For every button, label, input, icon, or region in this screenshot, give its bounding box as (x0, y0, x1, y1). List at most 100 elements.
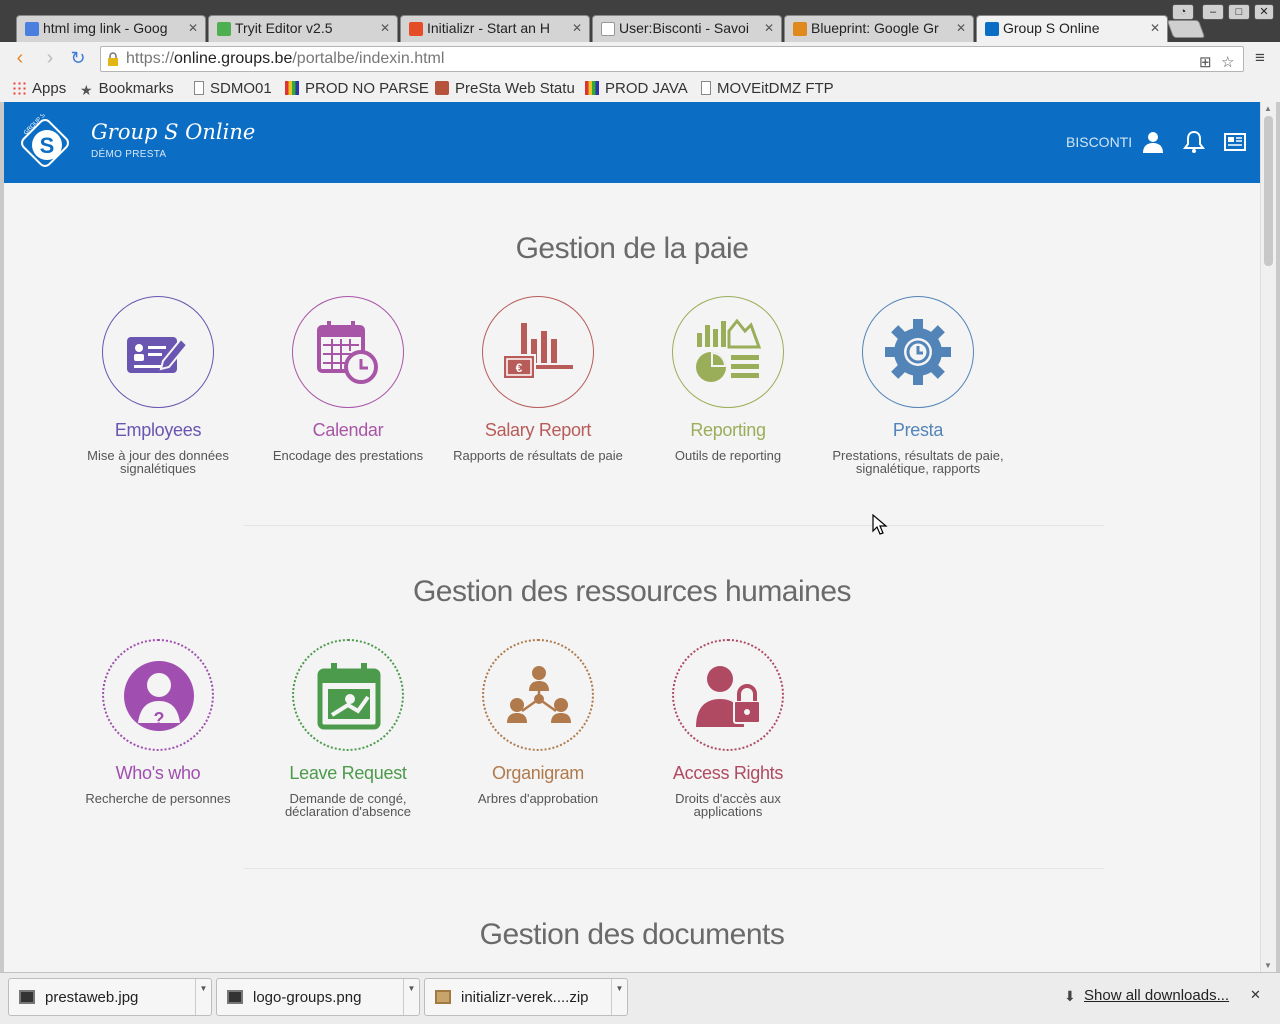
download-shelf: prestaweb.jpg ▼ logo-groups.png ▼ initia… (0, 972, 1280, 1024)
person-question-icon: ? (124, 661, 194, 731)
tab-group-s-online[interactable]: Group S Online ✕ (976, 15, 1168, 43)
translate-icon[interactable]: ⊞ (1199, 51, 1212, 75)
group-s-logo[interactable]: S GROUP S (16, 114, 74, 172)
tile-leave-request[interactable]: Leave Request Demande de congé, déclarat… (253, 639, 443, 818)
tile-employees[interactable]: Employees Mise à jour des données signal… (63, 296, 253, 475)
close-tab-icon[interactable]: ✕ (572, 16, 582, 41)
bookmark-presta-web-status[interactable]: PreSta Web Statu (435, 79, 575, 99)
bookmark-prod-no-parse[interactable]: PROD NO PARSE (285, 79, 429, 99)
user-icon[interactable] (1141, 130, 1165, 154)
bookmark-apps[interactable]: Apps (12, 79, 66, 99)
google-favicon-icon (25, 22, 39, 36)
tile-description: Arbres d'approbation (477, 791, 599, 806)
scrollbar-thumb[interactable] (1264, 116, 1273, 266)
tile-reporting[interactable]: Reporting Outils de reporting (633, 296, 823, 462)
tab-initializr[interactable]: Initializr - Start an H ✕ (400, 15, 590, 42)
tile-organigram[interactable]: Organigram Arbres d'approbation (443, 639, 633, 805)
tab-user-bisconti[interactable]: User:Bisconti - Savoi ✕ (592, 15, 782, 42)
menu-icon[interactable]: ≡ (1250, 49, 1270, 69)
news-icon[interactable] (1223, 130, 1247, 154)
star-favicon-icon (793, 22, 807, 36)
minimize-icon[interactable]: – (1202, 4, 1224, 20)
download-item[interactable]: prestaweb.jpg ▼ (8, 978, 212, 1016)
bookmark-bookmarks[interactable]: ★ Bookmarks (80, 79, 174, 99)
download-menu-chevron-icon[interactable]: ▼ (403, 979, 419, 1015)
profile-icon[interactable]: ◔ (1172, 4, 1194, 20)
tile-presta[interactable]: Presta Prestations, résultats de paie, s… (823, 296, 1013, 475)
tile-description: Prestations, résultats de paie, signalét… (832, 448, 1004, 476)
bars-icon (285, 81, 299, 95)
bookmark-label: MOVEitDMZ FTP (717, 80, 834, 97)
site-subtitle: DÉMO PRESTA (91, 149, 167, 160)
bookmark-prod-java[interactable]: PROD JAVA (585, 79, 688, 99)
tile-icon-circle (862, 296, 974, 408)
maximize-icon[interactable]: □ (1228, 4, 1250, 20)
tile-calendar[interactable]: Calendar Encodage des prestations (253, 296, 443, 462)
image-file-icon (227, 990, 243, 1004)
tab-title: Tryit Editor v2.5 (235, 20, 333, 36)
show-all-downloads-link[interactable]: Show all downloads... (1084, 987, 1229, 1004)
bookmark-sdmo01[interactable]: SDMO01 (194, 79, 272, 99)
scroll-up-arrow-icon[interactable]: ▲ (1264, 104, 1272, 113)
new-tab-button[interactable] (1166, 20, 1206, 38)
scroll-down-arrow-icon[interactable]: ▼ (1264, 961, 1272, 970)
back-arrow-icon[interactable]: ‹ (10, 48, 30, 69)
tile-description: Encodage des prestations (272, 448, 424, 463)
w3schools-favicon-icon (217, 22, 231, 36)
close-tab-icon[interactable]: ✕ (956, 16, 966, 41)
page-icon (194, 81, 204, 95)
close-tab-icon[interactable]: ✕ (1150, 16, 1160, 41)
tile-whos-who[interactable]: ? Who's who Recherche de personnes (63, 639, 253, 805)
bookmark-label: SDMO01 (210, 80, 272, 97)
tile-icon-circle (102, 296, 214, 408)
close-tab-icon[interactable]: ✕ (188, 16, 198, 41)
close-window-icon[interactable]: ✕ (1254, 4, 1274, 20)
page-scrollbar[interactable]: ▲ ▼ (1260, 102, 1276, 972)
close-tab-icon[interactable]: ✕ (380, 16, 390, 41)
bookmarks-bar: Apps ★ Bookmarks SDMO01 PROD NO PARSE Pre… (0, 76, 1280, 102)
address-bar[interactable]: https://online.groups.be/portalbe/indexi… (100, 46, 1244, 72)
svg-text:?: ? (154, 709, 165, 729)
tile-access-rights[interactable]: Access Rights Droits d'accès aux applica… (633, 639, 823, 818)
download-item[interactable]: initializr-verek....zip ▼ (424, 978, 628, 1016)
download-menu-chevron-icon[interactable]: ▼ (195, 979, 211, 1015)
download-item[interactable]: logo-groups.png ▼ (216, 978, 420, 1016)
tile-icon-circle (672, 639, 784, 751)
download-menu-chevron-icon[interactable]: ▼ (611, 979, 627, 1015)
tile-name: Access Rights (672, 763, 784, 783)
site-title: Group S Online (91, 120, 256, 144)
tile-description: Demande de congé, déclaration d'absence (284, 791, 412, 819)
warning-lock-icon (108, 52, 118, 66)
salary-chart-icon: € (503, 323, 573, 380)
tile-name: Reporting (690, 420, 766, 440)
tab-title: Initializr - Start an H (427, 20, 550, 36)
tab-tryit[interactable]: Tryit Editor v2.5 ✕ (208, 15, 398, 42)
tile-name: Leave Request (289, 763, 407, 783)
section-divider (244, 868, 1104, 869)
close-shelf-icon[interactable]: ✕ (1250, 987, 1261, 1003)
tab-title: html img link - Goog (43, 20, 168, 36)
bookmark-star-icon[interactable]: ☆ (1221, 51, 1234, 75)
tile-description: Droits d'accès aux applications (675, 791, 781, 819)
tab-blueprint[interactable]: Blueprint: Google Gr ✕ (784, 15, 974, 42)
tab-strip: html img link - Goog ✕ Tryit Editor v2.5… (0, 0, 1280, 43)
tile-salary-report[interactable]: € Salary Report Rapports de résultats de… (443, 296, 633, 462)
groups-favicon-icon (985, 22, 999, 36)
page-icon (701, 81, 711, 95)
tile-description: Rapports de résultats de paie (453, 448, 623, 463)
username-label[interactable]: BISCONTI (1066, 134, 1132, 150)
reload-icon[interactable]: ↻ (68, 49, 88, 69)
url-host: online.groups.be (174, 50, 293, 67)
section-divider (244, 525, 1104, 526)
close-tab-icon[interactable]: ✕ (764, 16, 774, 41)
bell-icon[interactable] (1182, 130, 1206, 154)
forward-arrow-icon[interactable]: › (40, 48, 60, 69)
tab-title: Blueprint: Google Gr (811, 20, 939, 36)
bookmark-moveit-dmz-ftp[interactable]: MOVEitDMZ FTP (701, 79, 834, 99)
site-header: S GROUP S Group S Online DÉMO PRESTA BIS… (4, 102, 1260, 183)
section-title-payroll: Gestion de la paie (515, 232, 749, 265)
bars-icon (585, 81, 599, 95)
tile-name: Organigram (491, 763, 585, 783)
tile-description: Mise à jour des données signalétiques (87, 448, 229, 476)
tab-google[interactable]: html img link - Goog ✕ (16, 15, 206, 42)
